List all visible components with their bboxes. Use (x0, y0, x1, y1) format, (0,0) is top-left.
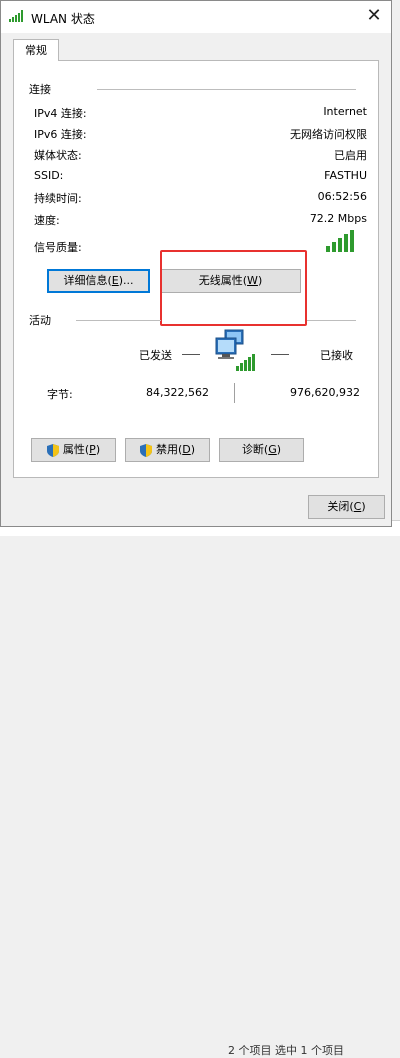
signal-quality-label: 信号质量: (34, 241, 82, 254)
received-dash (271, 354, 289, 355)
connection-divider (97, 89, 356, 90)
duration-value: 06:52:56 (317, 190, 367, 203)
details-button[interactable]: 详细信息(E)... (47, 269, 150, 293)
ssid-value: FASTHU (324, 169, 367, 182)
close-button[interactable]: 关闭(C) (308, 495, 385, 519)
speed-label: 速度: (34, 214, 60, 227)
media-state-value: 已启用 (334, 149, 367, 162)
activity-divider-left (76, 320, 161, 321)
ipv4-value: Internet (323, 105, 367, 118)
bytes-sent-value: 84,322,562 (146, 386, 209, 399)
explorer-status-text: 2 个项目 选中 1 个项目 (228, 1044, 344, 1057)
window-title: WLAN 状态 (31, 12, 95, 26)
ipv6-value: 无网络访问权限 (290, 128, 367, 141)
ssid-label: SSID: (34, 169, 64, 182)
uac-shield-icon (139, 443, 152, 457)
bytes-label: 字节: (47, 388, 73, 401)
signal-strength-icon (326, 230, 354, 252)
bytes-received-value: 976,620,932 (290, 386, 360, 399)
activity-divider-right (307, 320, 356, 321)
network-computers-icon (215, 329, 255, 371)
wireless-properties-button[interactable]: 无线属性(W) (160, 269, 301, 293)
activity-group-label: 活动 (29, 314, 51, 327)
title-bar[interactable]: WLAN 状态 ✕ (1, 1, 391, 33)
activity-separator (234, 383, 235, 403)
media-state-label: 媒体状态: (34, 149, 82, 162)
received-label: 已接收 (320, 349, 353, 362)
ipv6-label: IPv6 连接: (34, 128, 87, 141)
disable-button[interactable]: 禁用(D) (125, 438, 210, 462)
ipv4-label: IPv4 连接: (34, 107, 87, 120)
diagnose-button[interactable]: 诊断(G) (219, 438, 304, 462)
wifi-signal-icon (9, 10, 23, 22)
connection-group-label: 连接 (29, 83, 51, 96)
sent-dash (182, 354, 200, 355)
properties-button[interactable]: 属性(P) (31, 438, 116, 462)
wlan-status-dialog: WLAN 状态 ✕ 常规 连接 IPv4 连接: Internet IPv6 连… (0, 0, 392, 527)
sent-label: 已发送 (139, 349, 172, 362)
close-window-button[interactable]: ✕ (363, 6, 385, 28)
uac-shield-icon (46, 443, 59, 457)
tab-general[interactable]: 常规 (13, 39, 59, 61)
duration-label: 持续时间: (34, 192, 82, 205)
speed-value: 72.2 Mbps (309, 212, 367, 225)
